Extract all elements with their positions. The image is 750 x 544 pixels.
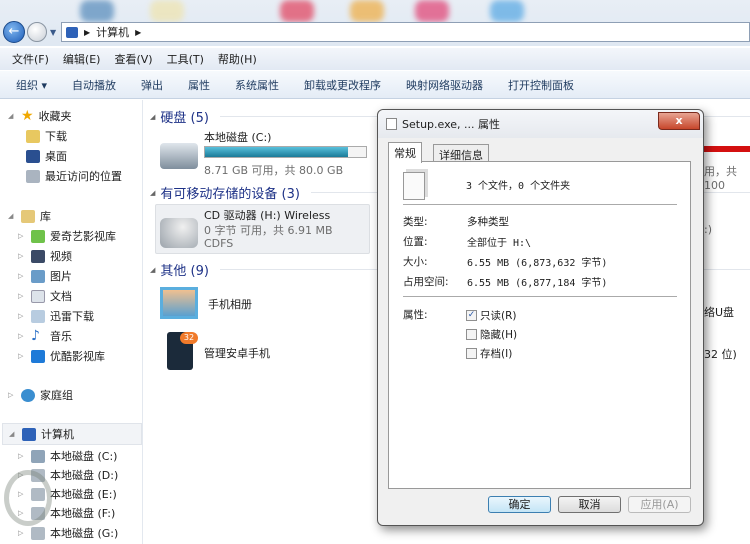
obscured-text: :) bbox=[704, 223, 712, 236]
drive-c-usage-bar bbox=[204, 146, 367, 158]
nav-computer[interactable]: ◢ 计算机 bbox=[2, 423, 142, 445]
obscured-text: 32 位) bbox=[704, 348, 737, 361]
drive-icon bbox=[31, 526, 45, 540]
autoplay-button[interactable]: 自动播放 bbox=[72, 77, 116, 93]
organize-button[interactable]: 组织 ▾ bbox=[16, 77, 47, 93]
youku-icon bbox=[31, 349, 45, 363]
readonly-checkbox[interactable]: ✓ 只读(R) bbox=[466, 308, 517, 323]
menu-edit[interactable]: 编辑(E) bbox=[63, 51, 101, 67]
documents-icon bbox=[31, 289, 45, 303]
cd-drive-name: CD 驱动器 (H:) Wireless bbox=[204, 209, 331, 222]
field-type: 类型: 多种类型 bbox=[403, 216, 509, 228]
download-folder-icon bbox=[26, 129, 40, 143]
attributes-label: 属性: bbox=[403, 309, 428, 321]
nav-item-desktop[interactable]: 桌面 bbox=[26, 147, 67, 165]
music-icon: ♪ bbox=[31, 328, 40, 344]
properties-button[interactable]: 属性 bbox=[188, 77, 210, 93]
thunder-download-icon bbox=[31, 309, 45, 323]
system-properties-button[interactable]: 系统属性 bbox=[235, 77, 279, 93]
field-size-on-disk: 占用空间: 6.55 MB (6,877,184 字节) bbox=[403, 276, 608, 289]
back-button[interactable]: ← bbox=[3, 21, 25, 43]
divider bbox=[403, 204, 677, 205]
cd-drive-icon bbox=[160, 218, 198, 248]
nav-item-library[interactable]: ▷ 图片 bbox=[18, 267, 72, 285]
notification-badge: 32 bbox=[180, 332, 198, 344]
nav-item-library[interactable]: ▷ 文档 bbox=[18, 287, 72, 305]
watermark-logo bbox=[4, 470, 52, 526]
menu-help[interactable]: 帮助(H) bbox=[218, 51, 257, 67]
menu-tools[interactable]: 工具(T) bbox=[167, 51, 204, 67]
general-panel: 3 个文件，0 个文件夹 类型: 多种类型 位置: 全部位于 H:\ 大小: 6.55… bbox=[388, 161, 691, 489]
apply-button[interactable]: 应用(A) bbox=[628, 496, 691, 513]
multiple-files-icon bbox=[403, 172, 425, 200]
nav-item-library[interactable]: ▷ 视频 bbox=[18, 247, 72, 265]
eject-button[interactable]: 弹出 bbox=[141, 77, 163, 93]
ok-button[interactable]: 确定 bbox=[488, 496, 551, 513]
nav-libraries[interactable]: ◢ 库 bbox=[8, 207, 51, 225]
nav-item-downloads[interactable]: 下载 bbox=[26, 127, 67, 145]
phone-album-item[interactable]: 手机相册 bbox=[208, 296, 252, 312]
history-dropdown[interactable]: ▼ bbox=[50, 28, 56, 37]
video-icon bbox=[31, 249, 45, 263]
phone-album-icon bbox=[160, 287, 198, 319]
library-icon bbox=[21, 209, 35, 223]
tab-details[interactable]: 详细信息 bbox=[433, 144, 489, 162]
breadcrumb-arrow[interactable]: ▶ bbox=[135, 28, 141, 37]
pictures-icon bbox=[31, 269, 45, 283]
star-icon: ★ bbox=[21, 108, 34, 124]
drive-c-free: 8.71 GB 可用，共 80.0 GB bbox=[204, 164, 344, 177]
field-location: 位置: 全部位于 H:\ bbox=[403, 236, 532, 249]
nav-item-library[interactable]: ▷ 爱奇艺影视库 bbox=[18, 227, 116, 245]
field-size: 大小: 6.55 MB (6,873,632 字节) bbox=[403, 256, 608, 269]
nav-item-recent[interactable]: 最近访问的位置 bbox=[26, 167, 122, 185]
cancel-button[interactable]: 取消 bbox=[558, 496, 621, 513]
drive-icon bbox=[31, 449, 45, 463]
cd-drive-fs: CDFS bbox=[204, 237, 234, 250]
desktop-icon bbox=[26, 149, 40, 163]
breadcrumb-arrow[interactable]: ▶ bbox=[84, 28, 90, 37]
obscured-text: 络U盘 bbox=[704, 306, 735, 319]
cd-drive-free: 0 字节 可用，共 6.91 MB bbox=[204, 224, 333, 237]
close-button[interactable]: x bbox=[658, 112, 700, 130]
dialog-title-bar[interactable]: Setup.exe, ... 属性 bbox=[378, 110, 703, 138]
nav-item-library[interactable]: ▷ 迅雷下载 bbox=[18, 307, 94, 325]
forward-button[interactable] bbox=[27, 22, 47, 42]
android-manager-item[interactable]: 管理安卓手机 bbox=[204, 345, 270, 361]
obscured-usage-bar bbox=[700, 146, 750, 152]
command-bar: 组织 ▾ 自动播放 弹出 属性 系统属性 卸载或更改程序 映射网络驱动器 打开控… bbox=[0, 71, 750, 99]
nav-drive[interactable]: ▷ 本地磁盘 (C:) bbox=[18, 447, 117, 465]
menu-file[interactable]: 文件(F) bbox=[12, 51, 49, 67]
hdd-icon bbox=[160, 143, 198, 169]
navigation-pane: ◢ ★ 收藏夹 下载 桌面 最近访问的位置 ◢ 库 ▷ 爱奇艺影视库 ▷ 视频 ▷ 图片 ▷… bbox=[0, 100, 143, 544]
properties-dialog: Setup.exe, ... 属性 x 常规 详细信息 3 个文件，0 个文件夹… bbox=[377, 109, 704, 526]
drive-c-name[interactable]: 本地磁盘 (C:) bbox=[204, 129, 271, 145]
nav-item-library[interactable]: ▷ 优酷影视库 bbox=[18, 347, 105, 365]
archive-checkbox[interactable]: 存档(I) bbox=[466, 346, 512, 361]
nav-item-library[interactable]: ▷ ♪ 音乐 bbox=[18, 327, 72, 345]
menu-view[interactable]: 查看(V) bbox=[114, 51, 152, 67]
computer-icon bbox=[22, 427, 36, 441]
nav-homegroup[interactable]: ▷ 家庭组 bbox=[8, 386, 73, 404]
breadcrumb-computer[interactable]: 计算机 bbox=[96, 24, 129, 40]
files-icon bbox=[386, 118, 397, 130]
map-drive-button[interactable]: 映射网络驱动器 bbox=[406, 77, 483, 93]
menu-bar: 文件(F) 编辑(E) 查看(V) 工具(T) 帮助(H) bbox=[0, 48, 750, 70]
control-panel-button[interactable]: 打开控制面板 bbox=[508, 77, 574, 93]
address-bar[interactable]: ▶ 计算机 ▶ bbox=[61, 22, 750, 42]
computer-icon bbox=[66, 26, 78, 38]
hidden-checkbox[interactable]: 隐藏(H) bbox=[466, 327, 517, 342]
homegroup-icon bbox=[21, 388, 35, 402]
nav-drive[interactable]: ▷ 本地磁盘 (G:) bbox=[18, 524, 118, 542]
recent-places-icon bbox=[26, 169, 40, 183]
divider bbox=[403, 296, 677, 297]
uninstall-button[interactable]: 卸载或更改程序 bbox=[304, 77, 381, 93]
tab-general[interactable]: 常规 bbox=[388, 142, 422, 163]
nav-favorites[interactable]: ◢ ★ 收藏夹 bbox=[8, 107, 72, 125]
iqiyi-icon bbox=[31, 229, 45, 243]
selection-summary: 3 个文件，0 个文件夹 bbox=[466, 181, 571, 192]
